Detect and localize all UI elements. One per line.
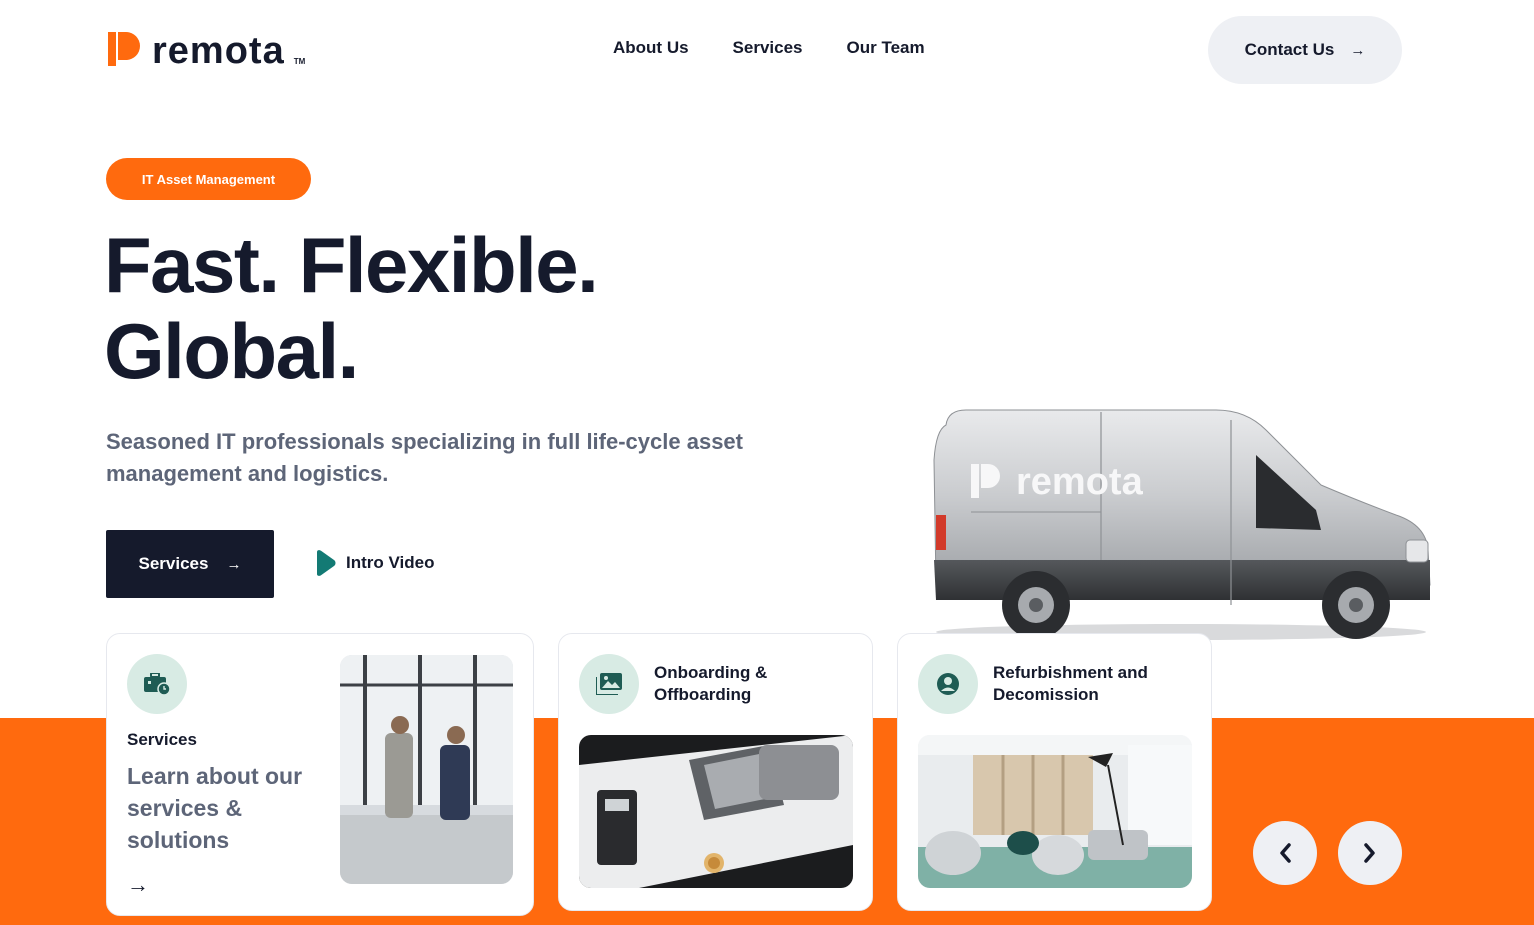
- briefcase-clock-icon: [144, 673, 170, 695]
- refurbishment-card[interactable]: Refurbishment and Decomission: [897, 633, 1212, 911]
- services-card-title: Services: [127, 730, 197, 749]
- chevron-left-icon: [1280, 843, 1291, 863]
- photo-gallery-icon: [596, 673, 622, 695]
- user-circle-icon: [937, 673, 959, 695]
- intro-video-label: Intro Video: [346, 553, 435, 572]
- delivery-van-image: remota: [933, 409, 1431, 640]
- nav-about-us[interactable]: About Us: [613, 38, 689, 58]
- play-icon: [317, 550, 336, 576]
- chevron-right-icon: [1364, 843, 1375, 863]
- van-brand-text: remota: [1016, 461, 1144, 503]
- onboarding-card-icon: [579, 654, 639, 714]
- refurbishment-card-title: Refurbishment and Decomission: [993, 663, 1148, 704]
- laptop-desk-photo: [579, 735, 853, 888]
- headline-line-2: Global.: [104, 307, 359, 395]
- services-button-label: Services: [138, 554, 209, 573]
- hero-headline: Fast. Flexible. Global.: [104, 222, 804, 394]
- business-meeting-photo: [340, 655, 513, 884]
- main-nav: About Us Services Our Team: [613, 38, 925, 58]
- services-card-icon: [127, 654, 187, 714]
- arrow-right-icon: →: [1350, 41, 1366, 59]
- services-card-description: Learn about our services & solutions: [127, 763, 303, 853]
- onboarding-card[interactable]: Onboarding & Offboarding: [558, 633, 873, 911]
- services-button[interactable]: Services →: [106, 530, 274, 598]
- logo-text: remota: [152, 30, 285, 72]
- nav-our-team[interactable]: Our Team: [847, 38, 925, 58]
- refurbishment-card-icon: [918, 654, 978, 714]
- office-lounge-photo: [918, 735, 1192, 888]
- carousel-next-button[interactable]: [1338, 821, 1402, 885]
- arrow-right-icon: →: [226, 555, 242, 573]
- contact-us-label: Contact Us: [1244, 40, 1335, 59]
- headline-line-1: Fast. Flexible.: [104, 221, 599, 309]
- arrow-right-icon[interactable]: →: [127, 872, 149, 898]
- category-badge: IT Asset Management: [106, 158, 311, 200]
- logo-trademark: TM: [293, 57, 306, 66]
- contact-us-button[interactable]: Contact Us →: [1208, 16, 1402, 84]
- intro-video-button[interactable]: Intro Video: [314, 550, 434, 576]
- onboarding-card-title: Onboarding & Offboarding: [654, 663, 768, 704]
- hero-subtext: Seasoned IT professionals specializing i…: [106, 429, 743, 486]
- logo[interactable]: remota TM: [106, 30, 306, 72]
- services-card[interactable]: Services Learn about our services & solu…: [106, 633, 534, 916]
- carousel-prev-button[interactable]: [1253, 821, 1317, 885]
- logo-mark-icon: [108, 32, 140, 66]
- nav-services[interactable]: Services: [733, 38, 803, 58]
